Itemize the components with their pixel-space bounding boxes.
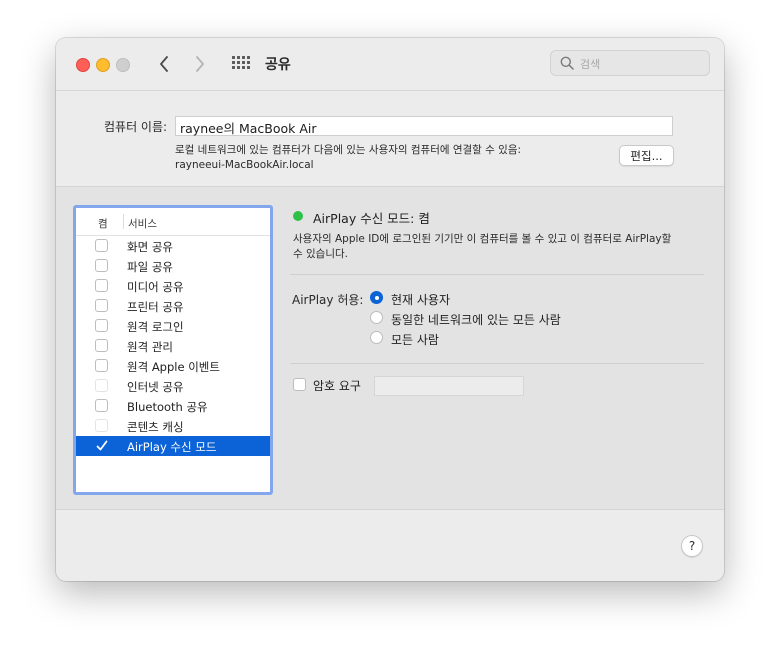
search-icon bbox=[560, 56, 574, 70]
sharing-window: 공유 검색 컴퓨터 이름: raynee의 MacBook Air 로컬 네트워… bbox=[56, 38, 724, 581]
list-item[interactable]: 인터넷 공유 bbox=[76, 376, 270, 396]
edit-hostname-button[interactable]: 편집... bbox=[619, 145, 674, 166]
service-label: Bluetooth 공유 bbox=[127, 400, 208, 414]
title-bar: 공유 검색 bbox=[56, 38, 724, 91]
minimize-window-button[interactable] bbox=[96, 58, 110, 72]
checkmark-icon bbox=[96, 440, 108, 451]
service-label: 미디어 공유 bbox=[127, 280, 184, 294]
require-password-checkbox[interactable] bbox=[293, 378, 306, 391]
show-all-grid-icon[interactable] bbox=[232, 56, 250, 72]
chevron-right-icon bbox=[196, 56, 204, 72]
service-checkbox[interactable] bbox=[95, 359, 108, 372]
local-hostname-description: 로컬 네트워크에 있는 컴퓨터가 다음에 있는 사용자의 컴퓨터에 연결할 수 … bbox=[175, 143, 521, 173]
service-checkbox[interactable] bbox=[95, 259, 108, 272]
divider bbox=[290, 363, 704, 364]
radio-label: 동일한 네트워크에 있는 모든 사람 bbox=[391, 313, 561, 327]
local-hostname-text: 로컬 네트워크에 있는 컴퓨터가 다음에 있는 사용자의 컴퓨터에 연결할 수 … bbox=[175, 144, 522, 156]
list-item[interactable]: 파일 공유 bbox=[76, 256, 270, 276]
services-section: 켬 서비스 화면 공유파일 공유미디어 공유프린터 공유원격 로그인원격 관리원… bbox=[56, 186, 724, 510]
service-label: 프린터 공유 bbox=[127, 300, 184, 314]
service-label: 화면 공유 bbox=[127, 240, 173, 254]
radio-label: 모든 사람 bbox=[391, 333, 439, 347]
status-indicator-icon bbox=[293, 211, 303, 221]
service-checkbox[interactable] bbox=[95, 319, 108, 332]
list-item[interactable]: 미디어 공유 bbox=[76, 276, 270, 296]
window-title: 공유 bbox=[265, 57, 291, 73]
help-button[interactable]: ? bbox=[681, 535, 703, 557]
list-item[interactable]: 화면 공유 bbox=[76, 236, 270, 256]
radio-button[interactable] bbox=[370, 331, 383, 344]
zoom-window-button[interactable] bbox=[116, 58, 130, 72]
service-label: AirPlay 수신 모드 bbox=[127, 440, 217, 454]
service-status: AirPlay 수신 모드: 켬 bbox=[313, 211, 430, 226]
list-item[interactable]: Bluetooth 공유 bbox=[76, 396, 270, 416]
list-item[interactable]: 프린터 공유 bbox=[76, 296, 270, 316]
service-checkbox[interactable] bbox=[95, 439, 108, 452]
service-checkbox[interactable] bbox=[95, 339, 108, 352]
require-password-label: 암호 요구 bbox=[313, 379, 361, 393]
local-hostname-value: rayneeui-MacBookAir.local bbox=[175, 159, 314, 171]
search-field[interactable]: 검색 bbox=[550, 50, 710, 76]
service-checkbox[interactable] bbox=[95, 279, 108, 292]
service-label: 원격 Apple 이벤트 bbox=[127, 360, 220, 374]
header-service[interactable]: 서비스 bbox=[128, 216, 157, 231]
list-item[interactable]: 원격 관리 bbox=[76, 336, 270, 356]
computer-name-input[interactable]: raynee의 MacBook Air bbox=[175, 116, 673, 136]
service-label: 인터넷 공유 bbox=[127, 380, 184, 394]
search-placeholder: 검색 bbox=[580, 58, 601, 71]
service-description-line1: 사용자의 Apple ID에 로그인된 기기만 이 컴퓨터를 볼 수 있고 이 … bbox=[293, 233, 672, 245]
airplay-allow-label: AirPlay 허용: bbox=[292, 293, 364, 307]
service-label: 콘텐츠 캐싱 bbox=[127, 420, 184, 434]
list-item[interactable]: 원격 로그인 bbox=[76, 316, 270, 336]
service-checkbox[interactable] bbox=[95, 239, 108, 252]
list-item[interactable]: 콘텐츠 캐싱 bbox=[76, 416, 270, 436]
service-label: 원격 로그인 bbox=[127, 320, 184, 334]
list-item[interactable]: 원격 Apple 이벤트 bbox=[76, 356, 270, 376]
radio-button[interactable] bbox=[370, 291, 383, 304]
password-input[interactable] bbox=[374, 376, 524, 396]
divider bbox=[290, 274, 704, 275]
back-button[interactable] bbox=[152, 52, 176, 76]
forward-button[interactable] bbox=[188, 52, 212, 76]
header-divider bbox=[123, 214, 124, 229]
service-label: 파일 공유 bbox=[127, 260, 173, 274]
header-on[interactable]: 켬 bbox=[98, 216, 108, 231]
close-window-button[interactable] bbox=[76, 58, 90, 72]
chevron-left-icon bbox=[160, 56, 168, 72]
service-checkbox[interactable] bbox=[95, 419, 108, 432]
service-checkbox[interactable] bbox=[95, 299, 108, 312]
service-checkbox[interactable] bbox=[95, 379, 108, 392]
radio-label: 현재 사용자 bbox=[391, 293, 451, 307]
computer-name-section: 컴퓨터 이름: raynee의 MacBook Air 로컬 네트워크에 있는 … bbox=[56, 91, 724, 186]
computer-name-label: 컴퓨터 이름: bbox=[104, 120, 168, 134]
service-description-line2: 수 있습니다. bbox=[293, 248, 348, 260]
service-label: 원격 관리 bbox=[127, 340, 173, 354]
service-checkbox[interactable] bbox=[95, 399, 108, 412]
list-item[interactable]: AirPlay 수신 모드 bbox=[76, 436, 270, 456]
services-list[interactable]: 켬 서비스 화면 공유파일 공유미디어 공유프린터 공유원격 로그인원격 관리원… bbox=[73, 205, 273, 495]
service-description: 사용자의 Apple ID에 로그인된 기기만 이 컴퓨터를 볼 수 있고 이 … bbox=[293, 232, 693, 262]
radio-button[interactable] bbox=[370, 311, 383, 324]
services-list-header: 켬 서비스 bbox=[76, 208, 270, 236]
